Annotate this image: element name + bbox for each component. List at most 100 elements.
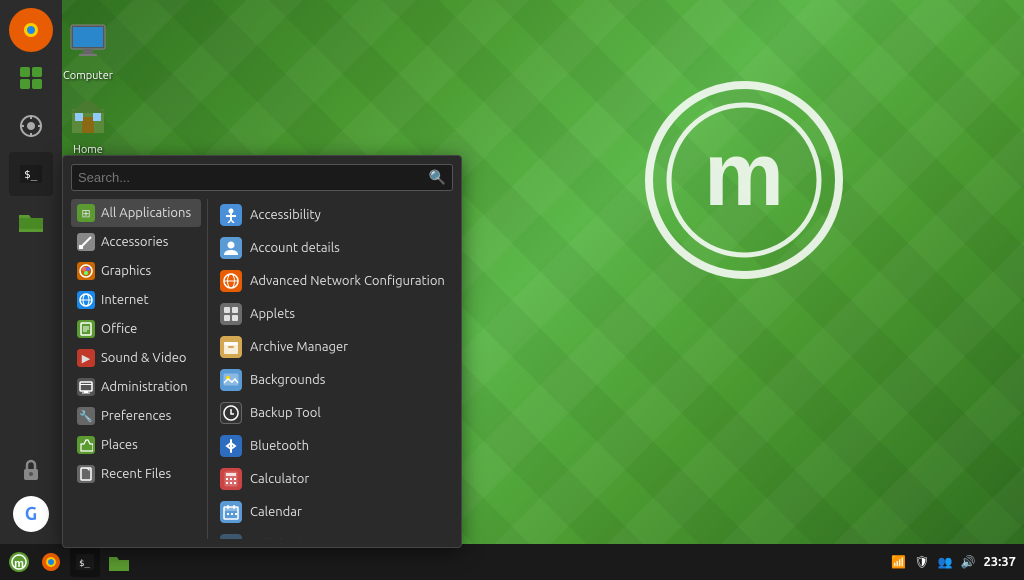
app-archive-label: Archive Manager: [250, 340, 348, 354]
cat-accessories-label: Accessories: [101, 235, 168, 249]
sidebar-bottom: G: [9, 448, 53, 544]
cat-graphics-icon: [77, 262, 95, 280]
app-list: Accessibility Account details Advanced N…: [214, 199, 453, 539]
cat-administration[interactable]: Administration: [71, 373, 201, 401]
menu-panel: 🔍 ⊞ All Applications Accessories: [62, 155, 462, 548]
cat-preferences-icon: 🔧: [77, 407, 95, 425]
sidebar-btn-google[interactable]: G: [13, 496, 49, 532]
taskbar-volume-icon: 🔊: [961, 555, 976, 569]
cat-administration-label: Administration: [101, 380, 188, 394]
app-adv-network-label: Advanced Network Configuration: [250, 274, 445, 288]
taskbar-terminal-btn[interactable]: $_: [70, 547, 100, 577]
sidebar-btn-manager[interactable]: [9, 104, 53, 148]
app-backup-icon: [220, 402, 242, 424]
app-applets-label: Applets: [250, 307, 295, 321]
taskbar-left: m $_: [0, 547, 134, 577]
computer-icon-image: [64, 18, 112, 66]
cat-places-label: Places: [101, 438, 138, 452]
mint-logo: m: [644, 80, 844, 280]
cat-graphics-label: Graphics: [101, 264, 151, 278]
sidebar-btn-lock[interactable]: [9, 448, 53, 492]
sidebar-btn-terminal[interactable]: $_: [9, 152, 53, 196]
cat-internet-icon: [77, 291, 95, 309]
category-list: ⊞ All Applications Accessories Graphics: [71, 199, 201, 539]
cat-administration-icon: [77, 378, 95, 396]
cat-recent-label: Recent Files: [101, 467, 171, 481]
app-account[interactable]: Account details: [214, 232, 453, 264]
app-backgrounds-label: Backgrounds: [250, 373, 325, 387]
app-bluetooth-label: Bluetooth: [250, 439, 309, 453]
menu-divider: [207, 199, 208, 539]
app-calendar-icon: [220, 501, 242, 523]
search-input[interactable]: [78, 170, 429, 185]
cat-preferences-label: Preferences: [101, 409, 171, 423]
taskbar-firefox-btn[interactable]: [36, 547, 66, 577]
app-account-label: Account details: [250, 241, 340, 255]
app-accessibility-icon: [220, 204, 242, 226]
sidebar-btn-files[interactable]: [9, 200, 53, 244]
cat-all-applications[interactable]: ⊞ All Applications: [71, 199, 201, 227]
cat-internet-label: Internet: [101, 293, 149, 307]
app-accessibility[interactable]: Accessibility: [214, 199, 453, 231]
app-account-icon: [220, 237, 242, 259]
cat-office[interactable]: Office: [71, 315, 201, 343]
cat-preferences[interactable]: 🔧 Preferences: [71, 402, 201, 430]
taskbar-users-icon: 👥: [938, 555, 953, 569]
app-calendar[interactable]: Calendar: [214, 496, 453, 528]
app-adv-network-icon: [220, 270, 242, 292]
computer-icon-label: Computer: [63, 70, 113, 82]
sidebar-btn-firefox[interactable]: [9, 8, 53, 52]
cat-graphics[interactable]: Graphics: [71, 257, 201, 285]
cat-sound-video-icon: ▶: [77, 349, 95, 367]
app-backup[interactable]: Backup Tool: [214, 397, 453, 429]
taskbar: m $_ 📶 🛡 👥 🔊 23:37: [0, 544, 1024, 580]
app-calendar-label: Calendar: [250, 505, 302, 519]
search-bar: 🔍: [71, 164, 453, 191]
menu-content: ⊞ All Applications Accessories Graphics: [71, 199, 453, 539]
svg-text:$_: $_: [24, 168, 38, 181]
app-bluetooth[interactable]: Bluetooth: [214, 430, 453, 462]
cat-office-label: Office: [101, 322, 137, 336]
cat-sound-video-label: Sound & Video: [101, 351, 187, 365]
taskbar-mint-btn[interactable]: m: [4, 547, 34, 577]
app-backup-label: Backup Tool: [250, 406, 321, 420]
sidebar-btn-software[interactable]: [9, 56, 53, 100]
cat-internet[interactable]: Internet: [71, 286, 201, 314]
cat-office-icon: [77, 320, 95, 338]
taskbar-time: 23:37: [983, 555, 1016, 569]
taskbar-right: 📶 🛡 👥 🔊 23:37: [891, 555, 1024, 569]
app-adv-network[interactable]: Advanced Network Configuration: [214, 265, 453, 297]
svg-text:$_: $_: [79, 559, 90, 569]
cat-sound-video[interactable]: ▶ Sound & Video: [71, 344, 201, 372]
taskbar-network-icon: 📶: [891, 555, 906, 569]
app-applets[interactable]: Applets: [214, 298, 453, 330]
app-archive-icon: [220, 336, 242, 358]
app-calculator-icon: [220, 468, 242, 490]
cat-recent-files[interactable]: Recent Files: [71, 460, 201, 488]
cat-all-icon: ⊞: [77, 204, 95, 222]
app-bluetooth-icon: [220, 435, 242, 457]
taskbar-security-icon: 🛡: [914, 555, 929, 569]
app-calculator-label: Calculator: [250, 472, 309, 486]
svg-text:m: m: [14, 558, 24, 570]
app-backgrounds[interactable]: Backgrounds: [214, 364, 453, 396]
cat-places[interactable]: Places: [71, 431, 201, 459]
app-accessibility-label: Accessibility: [250, 208, 321, 222]
home-icon-image: [64, 92, 112, 140]
app-celluloid[interactable]: Celluloid: [214, 529, 453, 539]
cat-accessories-icon: [77, 233, 95, 251]
cat-places-icon: [77, 436, 95, 454]
app-celluloid-icon: [220, 534, 242, 539]
cat-recent-icon: [77, 465, 95, 483]
app-applets-icon: [220, 303, 242, 325]
cat-accessories[interactable]: Accessories: [71, 228, 201, 256]
desktop: m Computer Home: [0, 0, 1024, 580]
app-archive[interactable]: Archive Manager: [214, 331, 453, 363]
svg-text:m: m: [704, 125, 784, 225]
search-icon[interactable]: 🔍: [429, 169, 446, 186]
app-calculator[interactable]: Calculator: [214, 463, 453, 495]
app-celluloid-label: Celluloid: [250, 538, 301, 539]
sidebar: $_ G: [0, 0, 62, 544]
taskbar-files-btn[interactable]: [104, 547, 134, 577]
app-backgrounds-icon: [220, 369, 242, 391]
